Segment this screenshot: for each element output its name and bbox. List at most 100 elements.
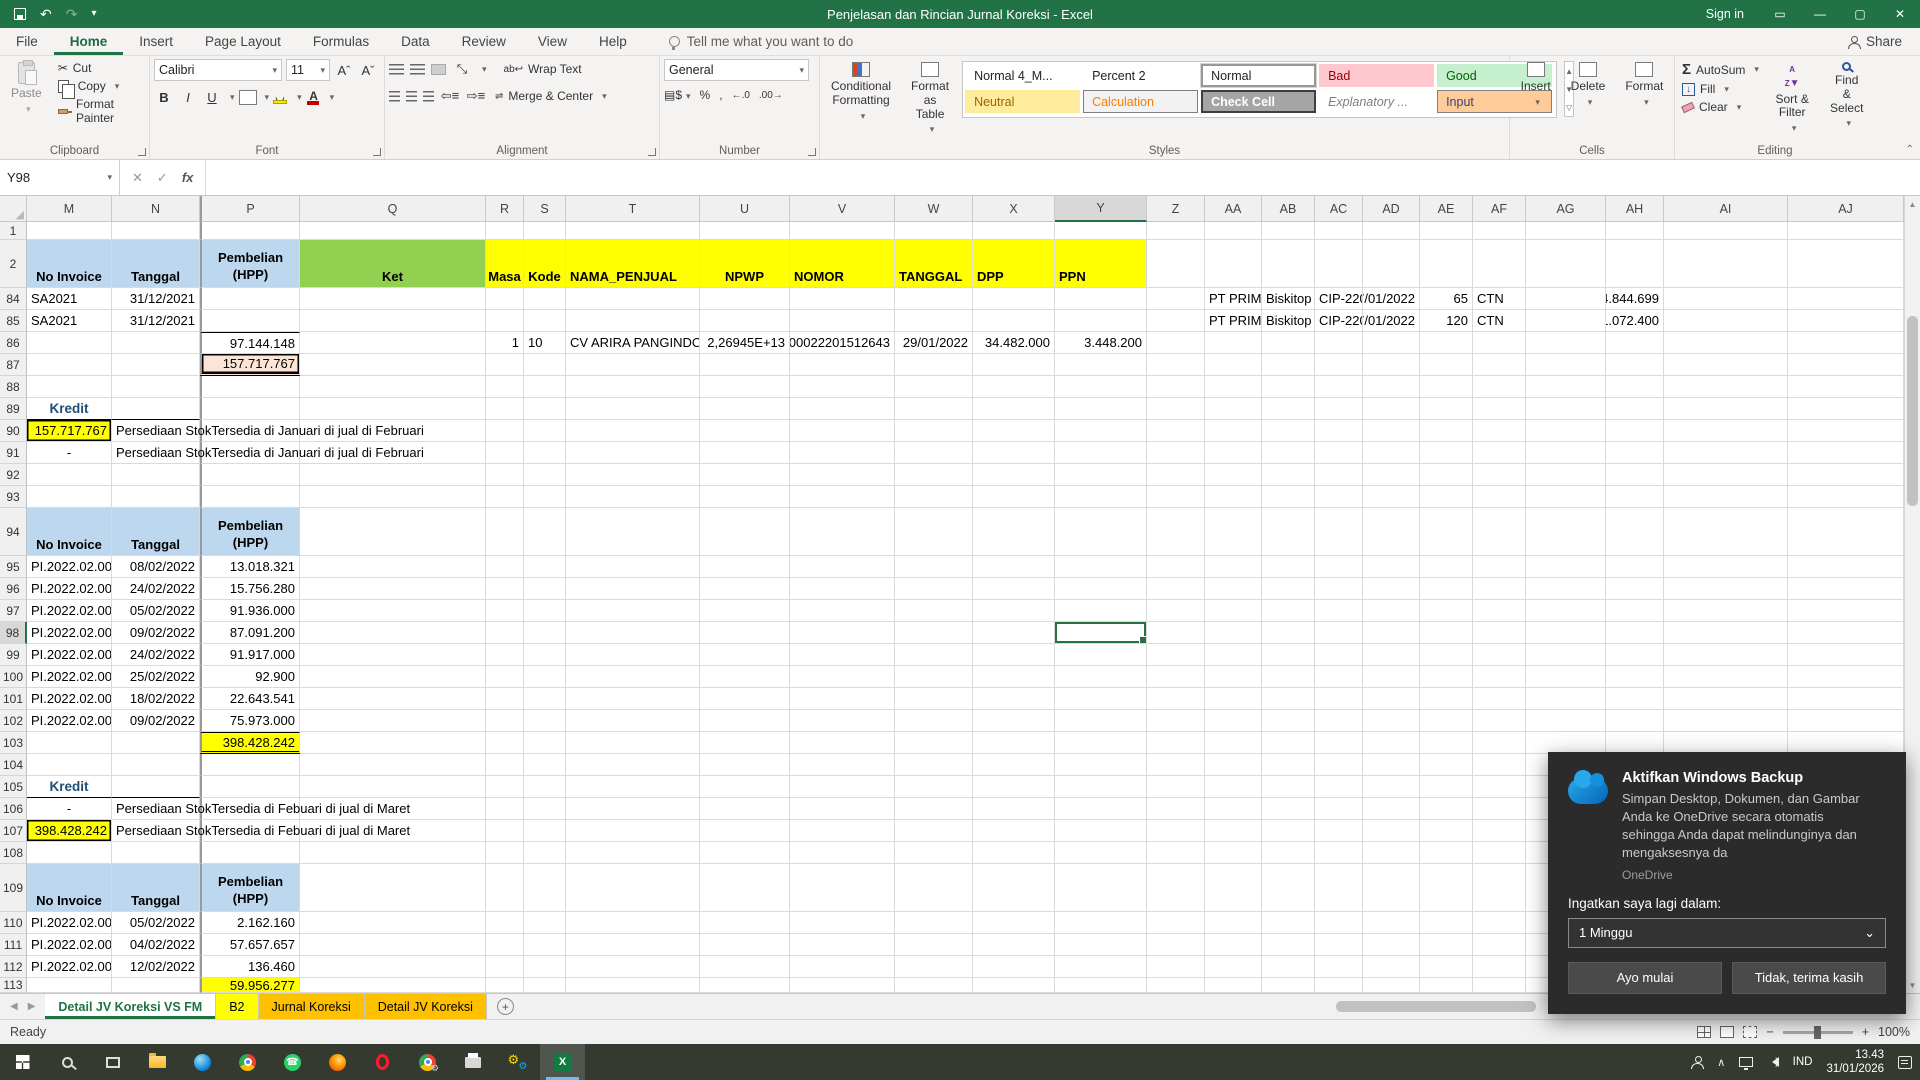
cell-S109[interactable] [524,864,566,912]
page-layout-view-icon[interactable] [1720,1026,1735,1038]
cell-S111[interactable] [524,934,566,956]
row-header-89[interactable]: 89 [0,398,27,420]
column-header-AI[interactable]: AI [1664,196,1788,222]
tab-view[interactable]: View [522,28,583,55]
cell-Z92[interactable] [1147,464,1205,486]
dismiss-backup-button[interactable]: Tidak, terima kasih [1732,961,1886,994]
cell-AI88[interactable] [1664,376,1788,398]
cell-V96[interactable] [790,578,895,600]
cell-AA93[interactable] [1205,486,1262,508]
cell-Q86[interactable] [300,332,486,354]
cell-P92[interactable] [200,464,300,486]
decrease-indent-icon[interactable]: ⇦≡ [440,86,460,106]
cell-X84[interactable] [973,288,1055,310]
cell-U95[interactable] [700,556,790,578]
cell-N101[interactable]: 18/02/2022 [112,688,200,710]
sheet-tab-detail-jv-koreksi-vs-fm[interactable]: Detail JV Koreksi VS FM [45,994,217,1019]
cell-AJ98[interactable] [1788,622,1904,644]
edge-taskbar-icon[interactable] [180,1044,225,1080]
cell-AB85[interactable]: Biskitop Bu [1262,310,1315,332]
align-right-icon[interactable] [423,90,434,102]
cell-Z96[interactable] [1147,578,1205,600]
cell-M112[interactable]: PI.2022.02.00010 [27,956,112,978]
cell-AJ93[interactable] [1788,486,1904,508]
cell-X106[interactable] [973,798,1055,820]
cell-W91[interactable] [895,442,973,464]
cell-AH95[interactable] [1606,556,1664,578]
cell-P85[interactable] [200,310,300,332]
cell-P84[interactable] [200,288,300,310]
style-percent-2[interactable]: Percent 2 [1083,64,1199,87]
find-select-button[interactable]: Find & Select ▾ [1822,59,1871,132]
cell-Z2[interactable] [1147,240,1205,288]
cell-AD99[interactable] [1363,644,1420,666]
cell-Q112[interactable] [300,956,486,978]
cell-V106[interactable] [790,798,895,820]
tab-review[interactable]: Review [446,28,522,55]
cell-Q103[interactable] [300,732,486,754]
cell-AJ94[interactable] [1788,508,1904,556]
cell-AG103[interactable] [1526,732,1606,754]
cell-Y101[interactable] [1055,688,1147,710]
cell-Z102[interactable] [1147,710,1205,732]
cell-Z95[interactable] [1147,556,1205,578]
save-icon[interactable] [14,8,26,20]
cell-AB106[interactable] [1262,798,1315,820]
cell-N84[interactable]: 31/12/2021 [112,288,200,310]
cell-V87[interactable] [790,354,895,376]
cell-S97[interactable] [524,600,566,622]
cell-P86[interactable]: 97.144.148 [200,332,300,354]
cell-W113[interactable] [895,978,973,993]
column-header-V[interactable]: V [790,196,895,222]
cell-N86[interactable] [112,332,200,354]
cell-Q108[interactable] [300,842,486,864]
column-header-AE[interactable]: AE [1420,196,1473,222]
column-header-M[interactable]: M [27,196,112,222]
cell-AB99[interactable] [1262,644,1315,666]
cell-AF95[interactable] [1473,556,1526,578]
cell-S92[interactable] [524,464,566,486]
cell-T93[interactable] [566,486,700,508]
column-header-W[interactable]: W [895,196,973,222]
cell-V109[interactable] [790,864,895,912]
cell-Y86[interactable]: 3.448.200 [1055,332,1147,354]
cell-Y92[interactable] [1055,464,1147,486]
normal-view-icon[interactable] [1697,1026,1712,1038]
cell-AE113[interactable] [1420,978,1473,993]
cell-AB88[interactable] [1262,376,1315,398]
cell-AG101[interactable] [1526,688,1606,710]
cell-Y96[interactable] [1055,578,1147,600]
cell-AF88[interactable] [1473,376,1526,398]
sort-filter-button[interactable]: A Z▼ Sort & Filter ▾ [1768,59,1817,137]
cell-AC93[interactable] [1315,486,1363,508]
cell-P99[interactable]: 91.917.000 [200,644,300,666]
cell-W102[interactable] [895,710,973,732]
cell-P103[interactable]: 398.428.242 [200,732,300,754]
cell-S105[interactable] [524,776,566,798]
cell-Y93[interactable] [1055,486,1147,508]
excel-taskbar-icon[interactable]: X [540,1044,585,1080]
cell-AD96[interactable] [1363,578,1420,600]
cell-AE94[interactable] [1420,508,1473,556]
cell-R84[interactable] [486,288,524,310]
cell-T92[interactable] [566,464,700,486]
cell-V107[interactable] [790,820,895,842]
cell-AE101[interactable] [1420,688,1473,710]
cell-AD94[interactable] [1363,508,1420,556]
cell-AI99[interactable] [1664,644,1788,666]
name-box[interactable]: Y98 ▾ [0,160,120,195]
cell-S87[interactable] [524,354,566,376]
accounting-format-icon[interactable]: ▤$ ▾ [664,88,691,102]
cell-V2[interactable]: NOMOR [790,240,895,288]
tab-help[interactable]: Help [583,28,643,55]
cell-Y98[interactable] [1055,622,1147,644]
cell-AF84[interactable]: CTN [1473,288,1526,310]
cell-AG90[interactable] [1526,420,1606,442]
cell-S95[interactable] [524,556,566,578]
cell-P89[interactable] [200,398,300,420]
cell-AA88[interactable] [1205,376,1262,398]
cell-Q2[interactable]: Ket [300,240,486,288]
cell-X100[interactable] [973,666,1055,688]
align-center-icon[interactable] [406,90,417,102]
cell-AB103[interactable] [1262,732,1315,754]
